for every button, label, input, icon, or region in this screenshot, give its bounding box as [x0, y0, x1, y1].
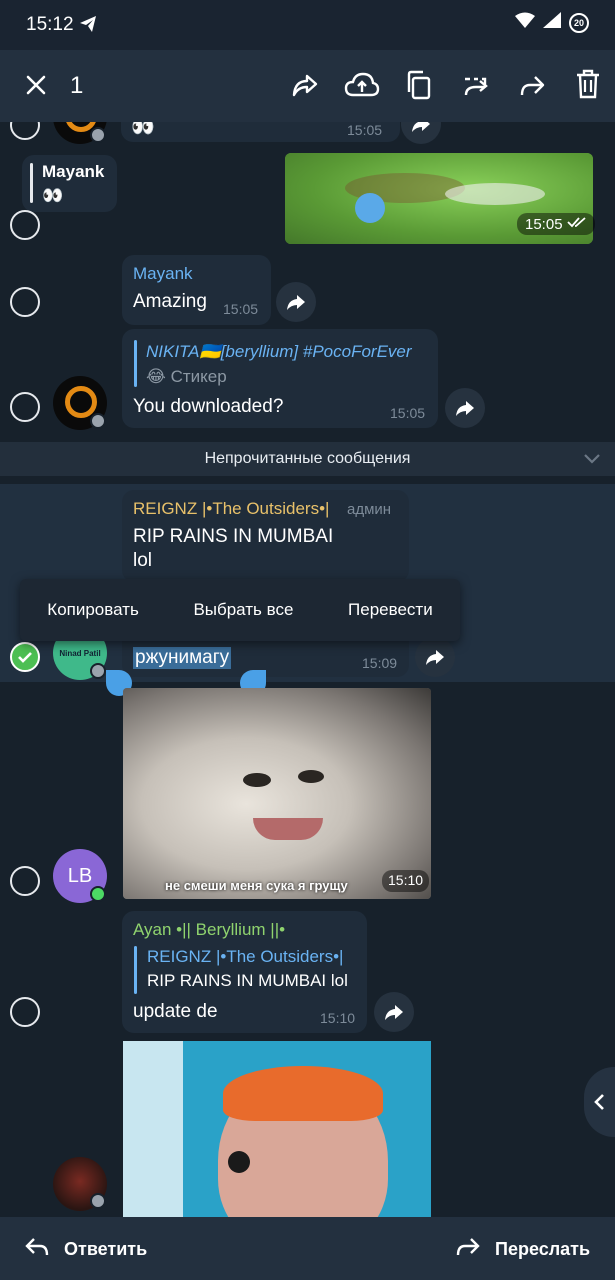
online-status-dot [90, 127, 106, 143]
battery-icon: 20 [569, 12, 589, 33]
sender-name: REIGNZ |•The Outsiders•| [133, 499, 330, 518]
message-text: update de [133, 1001, 218, 1022]
message-time: 15:05 [223, 301, 259, 317]
reply-author: NIKITA🇺🇦[beryllium] #PocoForEver [146, 342, 412, 361]
photo-caption: не смеши меня сука я грущу [165, 878, 348, 893]
message-text: 👀 [131, 122, 155, 138]
share-button[interactable] [401, 122, 441, 144]
photo-message[interactable] [123, 1041, 431, 1217]
reply-text: 😂 Стикер [146, 367, 227, 386]
select-circle[interactable] [10, 866, 40, 896]
copy-icon[interactable] [405, 70, 433, 105]
reply-button[interactable]: Ответить [24, 1236, 147, 1263]
message-time: 15:10 [388, 872, 424, 888]
close-icon[interactable] [24, 73, 48, 102]
forward-button[interactable]: Переслать [455, 1236, 590, 1263]
avatar-initials: LB [67, 864, 93, 887]
status-time: 15:12 [26, 14, 74, 35]
message-text: RIP RAINS IN MUMBAI [133, 526, 334, 547]
message-time: 15:05 [525, 215, 563, 233]
sticker-time-badge: 15:05 [517, 213, 595, 235]
delete-icon[interactable] [575, 69, 601, 104]
message-time: 15:05 [347, 122, 383, 138]
forward-label: Переслать [495, 1239, 591, 1259]
sender-name: Ayan •|| Beryllium ||• [133, 920, 286, 939]
double-check-icon [566, 215, 587, 233]
selected-check-circle[interactable] [10, 642, 40, 672]
copy-menu-item[interactable]: Копировать [47, 600, 139, 620]
reply-text: 👀 [42, 186, 64, 205]
text-selection-menu: Копировать Выбрать все Перевести [20, 579, 460, 641]
selected-message-text: ржунимагу [133, 647, 232, 669]
status-icons: 20 [515, 12, 589, 33]
photo-message[interactable]: не смеши меня сука я грущу [123, 688, 431, 899]
select-circle[interactable] [10, 210, 40, 240]
unread-label: Непрочитанные сообщения [204, 450, 411, 467]
message-bubble[interactable]: Ayan •|| Beryllium ||• REIGNZ |•The Outs… [122, 911, 367, 1033]
share-button[interactable] [445, 388, 485, 428]
select-circle[interactable] [10, 997, 40, 1027]
avatar-text: Ninad Patil [59, 648, 101, 658]
forward-no-quote-icon[interactable] [462, 70, 490, 105]
message-bubble[interactable]: REIGNZ |•The Outsiders•| админ RIP RAINS… [122, 490, 409, 582]
reply-author: REIGNZ |•The Outsiders•| [147, 947, 344, 966]
reply-icon [24, 1236, 50, 1263]
chevron-down-icon[interactable] [583, 452, 601, 470]
message-bubble[interactable]: 👀 15:05 [121, 122, 400, 142]
select-circle[interactable] [10, 392, 40, 422]
select-circle[interactable] [10, 287, 40, 317]
forward-icon [455, 1236, 481, 1263]
unread-divider: Непрочитанные сообщения [0, 442, 615, 476]
message-time: 15:10 [320, 1010, 356, 1026]
sender-name: Mayank [133, 264, 193, 283]
photo-time-badge: 15:10 [382, 870, 430, 892]
telegram-icon [78, 14, 98, 39]
share-button[interactable] [276, 282, 316, 322]
reply-preview-bubble[interactable]: Mayank 👀 [22, 155, 117, 212]
share-icon[interactable] [290, 70, 320, 105]
online-status-dot [90, 663, 106, 679]
message-text: You downloaded? [133, 396, 284, 417]
forward-icon[interactable] [518, 70, 546, 105]
select-circle[interactable] [10, 122, 40, 140]
message-text: Amazing [133, 291, 207, 312]
online-status-dot [90, 413, 106, 429]
online-status-dot [90, 1193, 106, 1209]
cloud-upload-icon[interactable] [344, 70, 380, 105]
signal-icon [543, 12, 561, 33]
message-bubble[interactable]: Mayank Amazing 15:05 [122, 255, 271, 325]
share-button[interactable] [415, 637, 455, 677]
chat-area[interactable]: 👀 15:05 Mayank 👀 15:05 Mayank Amazing 15… [0, 122, 615, 1217]
message-text: lol [133, 550, 153, 571]
select-all-menu-item[interactable]: Выбрать все [193, 600, 293, 620]
message-time: 15:09 [362, 655, 398, 671]
reply-label: Ответить [64, 1239, 148, 1259]
online-status-dot [90, 886, 106, 902]
wifi-icon [515, 12, 535, 33]
share-button[interactable] [374, 992, 414, 1032]
message-bubble[interactable]: NIKITA🇺🇦[beryllium] #PocoForEver 😂 Стике… [122, 329, 438, 428]
side-panel-handle[interactable] [584, 1067, 615, 1137]
admin-badge: админ [347, 501, 392, 518]
reply-author: Mayank [42, 162, 105, 181]
message-time: 15:05 [390, 405, 426, 421]
reply-text: RIP RAINS IN MUMBAI lol [147, 971, 348, 990]
selected-count: 1 [70, 72, 84, 99]
translate-menu-item[interactable]: Перевести [348, 600, 433, 620]
